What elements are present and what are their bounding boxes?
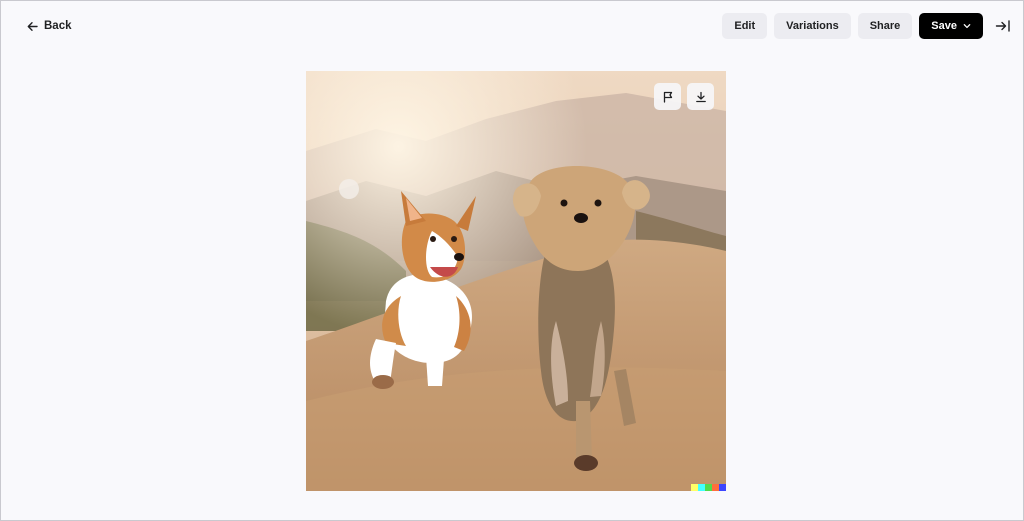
chevron-down-icon bbox=[963, 24, 971, 29]
collapse-panel-button[interactable] bbox=[995, 18, 1011, 34]
report-image-button[interactable] bbox=[654, 83, 681, 110]
share-button[interactable]: Share bbox=[857, 13, 913, 39]
save-button[interactable]: Save bbox=[919, 13, 983, 39]
watermark-swatch bbox=[698, 484, 705, 491]
save-label: Save bbox=[931, 20, 957, 32]
collapse-panel-icon bbox=[995, 20, 1010, 32]
variations-button[interactable]: Variations bbox=[774, 13, 851, 39]
arrow-left-icon bbox=[27, 21, 38, 31]
app-window: Back Edit Variations Share Save bbox=[0, 0, 1024, 521]
watermark-swatch bbox=[691, 484, 698, 491]
top-bar: Back Edit Variations Share Save bbox=[1, 1, 1023, 51]
dogs-image bbox=[306, 71, 726, 491]
download-icon bbox=[695, 91, 706, 102]
back-label: Back bbox=[44, 20, 72, 32]
watermark-swatch bbox=[712, 484, 719, 491]
toolbar-actions: Edit Variations Share Save bbox=[722, 13, 983, 39]
watermark-swatch bbox=[705, 484, 712, 491]
generated-image[interactable] bbox=[306, 71, 726, 491]
edit-button[interactable]: Edit bbox=[722, 13, 768, 39]
watermark-strip bbox=[691, 484, 726, 491]
watermark-swatch bbox=[719, 484, 726, 491]
download-image-button[interactable] bbox=[687, 83, 714, 110]
back-button[interactable]: Back bbox=[27, 17, 72, 35]
flag-icon bbox=[663, 91, 672, 103]
